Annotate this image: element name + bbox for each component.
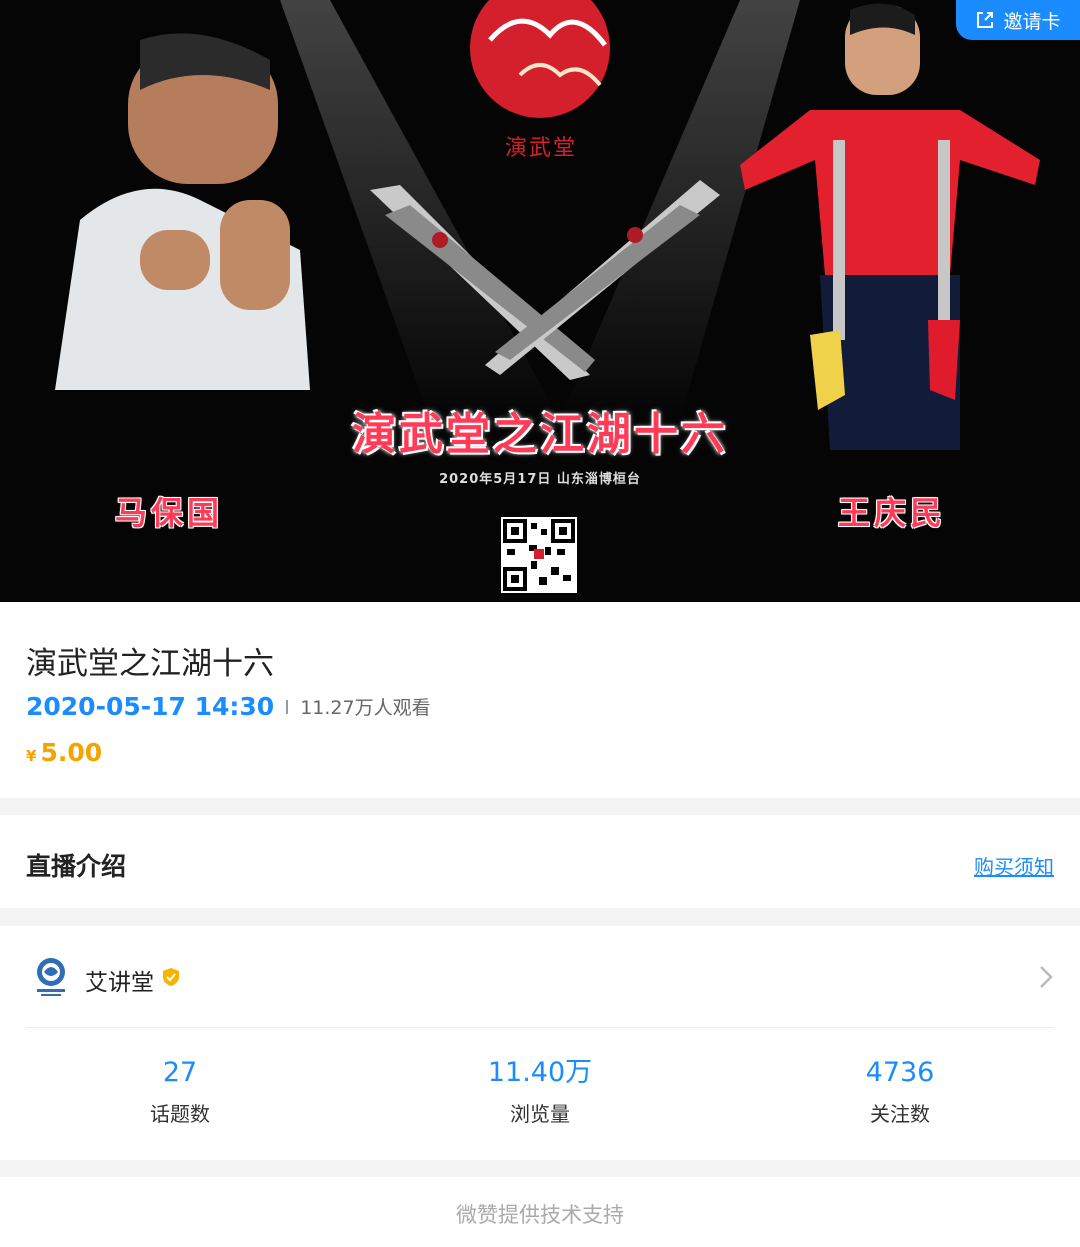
stat-value: 4736 (865, 1057, 935, 1088)
poster-title: 演武堂之江湖十六 (352, 409, 728, 460)
footer: 微赞提供技术支持 (0, 1177, 1080, 1247)
stat-followers: 4736 关注数 (720, 1056, 1080, 1127)
price-currency: ¥ (26, 747, 37, 765)
chevron-right-icon (1040, 966, 1053, 988)
event-poster: 演武堂 演武堂之江湖十六 2020年5月17日 山东淄博桓台 马保国 王庆民 邀… (0, 0, 1080, 602)
verified-shield-icon (163, 968, 179, 986)
poster-name-right: 王庆民 (838, 494, 947, 532)
event-title: 演武堂之江湖十六 (26, 646, 274, 682)
stat-label: 关注数 (870, 1102, 930, 1126)
invite-card-label: 邀请卡 (1003, 10, 1061, 33)
share-icon (977, 12, 994, 28)
organizer-row[interactable]: 艾讲堂 (0, 926, 1080, 1027)
live-intro-heading: 直播介绍 (26, 852, 127, 881)
event-view-count: 11.27万人观看 (300, 697, 431, 719)
martial-artist-right (740, 3, 1040, 450)
poster-name-left: 马保国 (115, 494, 224, 532)
stat-value: 11.40万 (487, 1057, 593, 1088)
organizer-stats: 27 话题数 11.40万 浏览量 4736 关注数 (0, 1056, 1080, 1127)
invite-card-button[interactable]: 邀请卡 (956, 0, 1080, 40)
stat-topics: 27 话题数 (0, 1056, 360, 1127)
powered-by-text: 微赞提供技术支持 (456, 1203, 624, 1227)
poster-brand-mark: 演武堂 (505, 136, 578, 161)
stat-pageviews: 11.40万 浏览量 (360, 1056, 720, 1127)
meta-divider (286, 699, 289, 714)
martial-artist-left (55, 33, 310, 390)
event-datetime: 2020-05-17 14:30 (26, 692, 275, 721)
organizer-name: 艾讲堂 (85, 970, 154, 996)
purchase-notice-link[interactable]: 购买须知 (974, 851, 1054, 880)
organizer-card: 艾讲堂 27 话题数 11.40万 浏览量 4736 关注数 (0, 926, 1080, 1160)
stat-label: 话题数 (150, 1102, 210, 1126)
organizer-logo (37, 958, 65, 996)
live-intro-section: 直播介绍 购买须知 (0, 815, 1080, 908)
qr-code (501, 517, 577, 593)
price-amount: 5.00 (40, 738, 103, 767)
poster-subtitle: 2020年5月17日 山东淄博桓台 (439, 472, 641, 487)
event-info-card: 演武堂之江湖十六 2020-05-17 14:30 11.27万人观看 ¥5.0… (0, 602, 1080, 798)
event-price: ¥5.00 (26, 738, 102, 767)
organizer-divider (26, 1027, 1054, 1028)
red-sun-emblem (470, 0, 610, 118)
stat-label: 浏览量 (510, 1102, 570, 1126)
event-meta: 2020-05-17 14:30 11.27万人观看 (26, 692, 431, 721)
stat-value: 27 (162, 1057, 198, 1088)
